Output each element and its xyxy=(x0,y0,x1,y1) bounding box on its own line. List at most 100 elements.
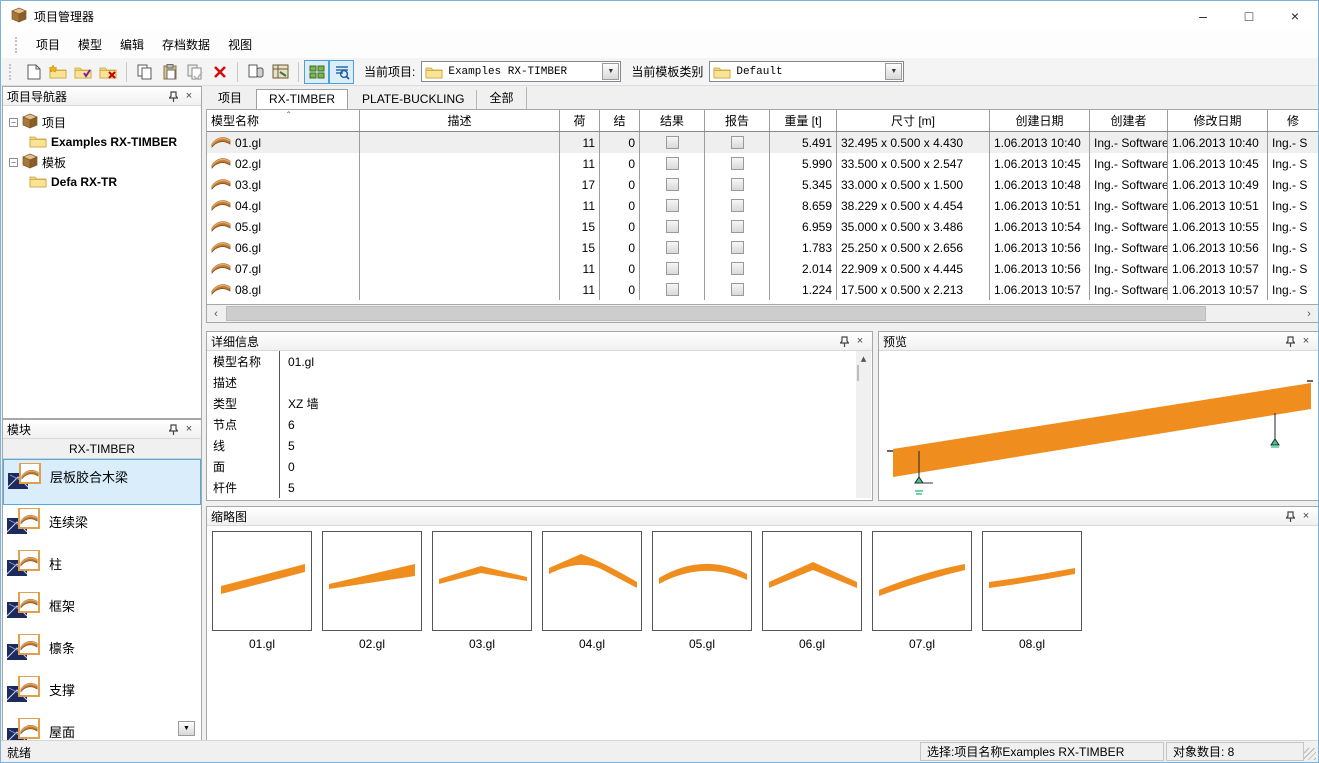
module-item-frame[interactable]: 框架 xyxy=(3,589,201,631)
close-panel-icon[interactable]: × xyxy=(1298,509,1314,524)
results-checkbox[interactable] xyxy=(666,199,679,212)
tree-node-project-item[interactable]: Examples RX-TIMBER xyxy=(5,132,199,152)
thumbnail-item[interactable]: 06.gl xyxy=(762,531,862,651)
scroll-left-icon[interactable]: ‹ xyxy=(207,305,225,322)
report-checkbox[interactable] xyxy=(731,220,744,233)
tree-node-projects[interactable]: − 项目 xyxy=(5,112,199,132)
preview-beam-drawing[interactable] xyxy=(879,351,1318,499)
table-row[interactable]: 04.gl 11 0 8.659 38.229 x 0.500 x 4.454 … xyxy=(207,195,1318,216)
paste-button[interactable] xyxy=(157,60,182,84)
thumbnail-item[interactable]: 07.gl xyxy=(872,531,972,651)
tree-node-templates[interactable]: − 模板 xyxy=(5,152,199,172)
results-checkbox[interactable] xyxy=(666,283,679,296)
report-checkbox[interactable] xyxy=(731,262,744,275)
archive-button[interactable] xyxy=(268,60,293,84)
tree-node-template-item[interactable]: Defa RX-TR xyxy=(5,172,199,192)
column-header-weight[interactable]: 重量 [t] xyxy=(770,110,837,131)
tab-rx-timber[interactable]: RX-TIMBER xyxy=(256,89,348,109)
title-bar[interactable]: 项目管理器 – □ × xyxy=(1,1,1318,31)
thumbnail-item[interactable]: 01.gl xyxy=(212,531,312,651)
scroll-right-icon[interactable]: › xyxy=(1300,305,1318,322)
menubar-grip[interactable] xyxy=(15,37,19,53)
report-checkbox[interactable] xyxy=(731,178,744,191)
expander-icon[interactable]: − xyxy=(9,158,18,167)
expander-icon[interactable]: − xyxy=(9,118,18,127)
import-model-button[interactable] xyxy=(243,60,268,84)
menu-view[interactable]: 视图 xyxy=(219,32,261,57)
table-row[interactable]: 02.gl 11 0 5.990 33.500 x 0.500 x 2.547 … xyxy=(207,153,1318,174)
menu-model[interactable]: 模型 xyxy=(69,32,111,57)
report-checkbox[interactable] xyxy=(731,157,744,170)
delete-button[interactable] xyxy=(207,60,232,84)
table-row[interactable]: 03.gl 17 0 5.345 33.000 x 0.500 x 1.500 … xyxy=(207,174,1318,195)
pin-icon[interactable] xyxy=(1282,509,1298,524)
scroll-up-icon[interactable]: ▴ xyxy=(856,351,871,366)
copy-button[interactable] xyxy=(132,60,157,84)
detail-value[interactable]: 01.gl xyxy=(279,351,872,372)
table-row[interactable]: 08.gl 11 0 1.224 17.500 x 0.500 x 2.213 … xyxy=(207,279,1318,300)
dropdown-arrow-icon[interactable]: ▼ xyxy=(885,63,902,80)
tree-label[interactable]: 项目 xyxy=(42,114,66,131)
thumbnail-item[interactable]: 05.gl xyxy=(652,531,752,651)
tab-all[interactable]: 全部 xyxy=(477,87,526,109)
module-group-header[interactable]: RX-TIMBER xyxy=(3,439,201,459)
column-header-results[interactable]: 结果 xyxy=(640,110,705,131)
results-checkbox[interactable] xyxy=(666,157,679,170)
pin-icon[interactable] xyxy=(836,334,852,349)
menu-archive-data[interactable]: 存档数据 xyxy=(153,32,219,57)
tree-label[interactable]: Defa RX-TR xyxy=(51,175,117,189)
minimize-button[interactable]: – xyxy=(1180,1,1226,31)
column-header-loads[interactable]: 荷 xyxy=(560,110,600,131)
module-item-roof[interactable]: 屋面 xyxy=(3,715,201,740)
thumbnail-item[interactable]: 02.gl xyxy=(322,531,422,651)
column-header-name[interactable]: 模型名称ˆ xyxy=(207,110,360,131)
tree-label[interactable]: Examples RX-TIMBER xyxy=(51,135,177,149)
module-item-continuous-beam[interactable]: 连续梁 xyxy=(3,505,201,547)
menu-edit[interactable]: 编辑 xyxy=(111,32,153,57)
column-header-created[interactable]: 创建日期 xyxy=(990,110,1090,131)
new-model-button[interactable] xyxy=(21,60,46,84)
results-checkbox[interactable] xyxy=(666,262,679,275)
results-checkbox[interactable] xyxy=(666,241,679,254)
resize-grip[interactable] xyxy=(1304,748,1316,760)
duplicate-button[interactable] xyxy=(182,60,207,84)
close-panel-icon[interactable]: × xyxy=(1298,334,1314,349)
table-row[interactable]: 05.gl 15 0 6.959 35.000 x 0.500 x 3.486 … xyxy=(207,216,1318,237)
module-item-brace[interactable]: 支撑 xyxy=(3,673,201,715)
close-panel-icon[interactable]: × xyxy=(181,422,197,437)
module-item-glulam-beam[interactable]: 层板胶合木梁 xyxy=(3,459,201,505)
tab-project[interactable]: 项目 xyxy=(206,87,254,109)
details-view-toggle[interactable] xyxy=(329,60,354,84)
column-header-modified[interactable]: 修改日期 xyxy=(1168,110,1268,131)
column-header-combos[interactable]: 结 xyxy=(600,110,640,131)
report-checkbox[interactable] xyxy=(731,241,744,254)
details-vertical-scrollbar[interactable]: ▴ xyxy=(856,351,871,498)
detail-value[interactable] xyxy=(279,372,872,393)
results-checkbox[interactable] xyxy=(666,178,679,191)
table-row[interactable]: 06.gl 15 0 1.783 25.250 x 0.500 x 2.656 … xyxy=(207,237,1318,258)
tree-label[interactable]: 模板 xyxy=(42,154,66,171)
tab-plate-buckling[interactable]: PLATE-BUCKLING xyxy=(350,90,477,109)
template-category-combobox[interactable]: Default ▼ xyxy=(709,61,904,82)
dropdown-arrow-icon[interactable]: ▼ xyxy=(602,63,619,80)
module-item-purlin[interactable]: 檩条 xyxy=(3,631,201,673)
module-scroll-down-button[interactable]: ▼ xyxy=(178,721,195,736)
column-header-modifier[interactable]: 修 xyxy=(1268,110,1318,131)
maximize-button[interactable]: □ xyxy=(1226,1,1272,31)
table-row[interactable]: 07.gl 11 0 2.014 22.909 x 0.500 x 4.445 … xyxy=(207,258,1318,279)
table-horizontal-scrollbar[interactable]: ‹ › xyxy=(206,304,1319,323)
column-header-report[interactable]: 报告 xyxy=(705,110,770,131)
scrollbar-thumb[interactable] xyxy=(226,306,1206,321)
thumbnail-item[interactable]: 03.gl xyxy=(432,531,532,651)
report-checkbox[interactable] xyxy=(731,136,744,149)
thumbnail-item[interactable]: 08.gl xyxy=(982,531,1082,651)
scrollbar-thumb[interactable] xyxy=(857,365,859,381)
open-project-button[interactable] xyxy=(71,60,96,84)
table-row[interactable]: 01.gl 11 0 5.491 32.495 x 0.500 x 4.430 … xyxy=(207,132,1318,153)
new-project-button[interactable] xyxy=(46,60,71,84)
pin-icon[interactable] xyxy=(1282,334,1298,349)
column-header-description[interactable]: 描述 xyxy=(360,110,560,131)
report-checkbox[interactable] xyxy=(731,199,744,212)
column-header-size[interactable]: 尺寸 [m] xyxy=(837,110,990,131)
close-panel-icon[interactable]: × xyxy=(852,334,868,349)
